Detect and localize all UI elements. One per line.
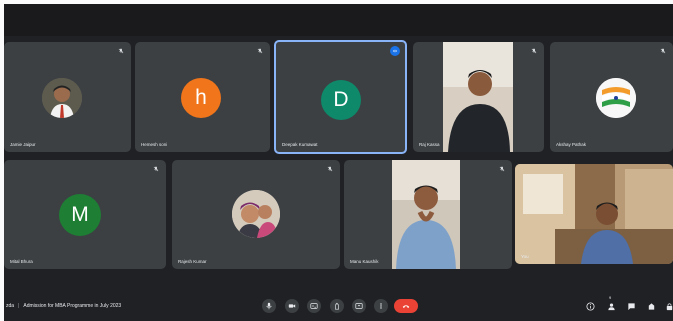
muted-mic-icon	[658, 46, 668, 56]
more-options-icon	[380, 303, 382, 309]
captions-icon	[310, 303, 318, 309]
activities-icon	[648, 302, 654, 310]
end-call-icon	[402, 305, 410, 308]
participant-tile-hemesh[interactable]: h Hemesh soni	[135, 42, 270, 152]
participant-tile-rajesh[interactable]: Rajesh Kumar	[172, 160, 340, 269]
raise-hand-button[interactable]	[330, 299, 344, 313]
captions-button[interactable]	[307, 299, 321, 313]
participant-name: Mital Bhura	[10, 259, 33, 264]
host-controls-button[interactable]	[663, 300, 673, 312]
muted-mic-icon	[116, 46, 126, 56]
participant-tile-jamie[interactable]: Jamie Jaipur	[4, 42, 131, 152]
participant-tile-mital[interactable]: M Mital Bhura	[4, 160, 166, 269]
raise-hand-icon	[335, 302, 339, 310]
participant-name: Hemesh soni	[141, 142, 168, 147]
separator: |	[18, 303, 20, 309]
participant-tile-you[interactable]: You	[515, 164, 673, 264]
participant-name: Raj Kassa	[419, 142, 440, 147]
more-options-button[interactable]	[374, 299, 388, 313]
camera-button[interactable]	[285, 299, 299, 313]
info-icon	[585, 301, 595, 311]
participant-name: Akshay Pathak	[556, 142, 587, 147]
participant-name: Rajesh Kumar	[178, 259, 207, 264]
muted-mic-icon	[255, 46, 265, 56]
participant-video	[392, 160, 460, 269]
muted-mic-icon	[151, 164, 161, 174]
muted-mic-icon	[497, 164, 507, 174]
participant-avatar-photo	[42, 78, 82, 118]
participant-avatar-flag	[596, 78, 636, 118]
muted-mic-icon	[325, 164, 335, 174]
end-call-button[interactable]	[394, 299, 418, 313]
participant-name: You	[521, 254, 529, 259]
chat-button[interactable]	[625, 300, 637, 312]
speaking-indicator-icon	[390, 46, 400, 56]
participant-avatar-initial: M	[59, 194, 101, 236]
muted-mic-icon	[529, 46, 539, 56]
meeting-details-button[interactable]	[584, 300, 596, 312]
participant-avatar-initial: D	[321, 80, 361, 120]
participant-name: Deepak Kumawat	[282, 142, 318, 147]
mic-icon	[266, 302, 272, 310]
top-bar	[4, 4, 673, 36]
meeting-title: Admission for MBA Programme in July 2023	[23, 303, 122, 309]
chat-icon	[627, 302, 635, 310]
people-button[interactable]	[605, 300, 617, 312]
participant-name: Manu Kaushik	[350, 259, 379, 264]
participant-name: Jamie Jaipur	[10, 142, 36, 147]
activities-button[interactable]	[645, 300, 657, 312]
participant-avatar-initial: h	[181, 78, 221, 118]
participant-tile-raj[interactable]: Raj Kassa	[413, 42, 544, 152]
participant-tile-akshay[interactable]: Akshay Pathak	[550, 42, 673, 152]
camera-icon	[288, 304, 296, 308]
meeting-info: zda | Admission for MBA Programme in July …	[6, 303, 121, 309]
lock-icon	[666, 302, 672, 310]
self-video	[515, 164, 673, 264]
meeting-code: zda	[6, 303, 15, 309]
participant-tile-deepak[interactable]: D Deepak Kumawat	[274, 40, 407, 154]
present-screen-icon	[355, 303, 363, 309]
present-button[interactable]	[352, 299, 366, 313]
participant-video	[443, 42, 513, 152]
meet-window: Jamie Jaipur h Hemesh soni D Deepak Kuma…	[4, 4, 673, 321]
participant-avatar-photo	[232, 190, 280, 238]
participant-tile-manu[interactable]: Manu Kaushik	[344, 160, 512, 269]
people-icon	[607, 303, 615, 310]
mic-button[interactable]	[262, 299, 276, 313]
